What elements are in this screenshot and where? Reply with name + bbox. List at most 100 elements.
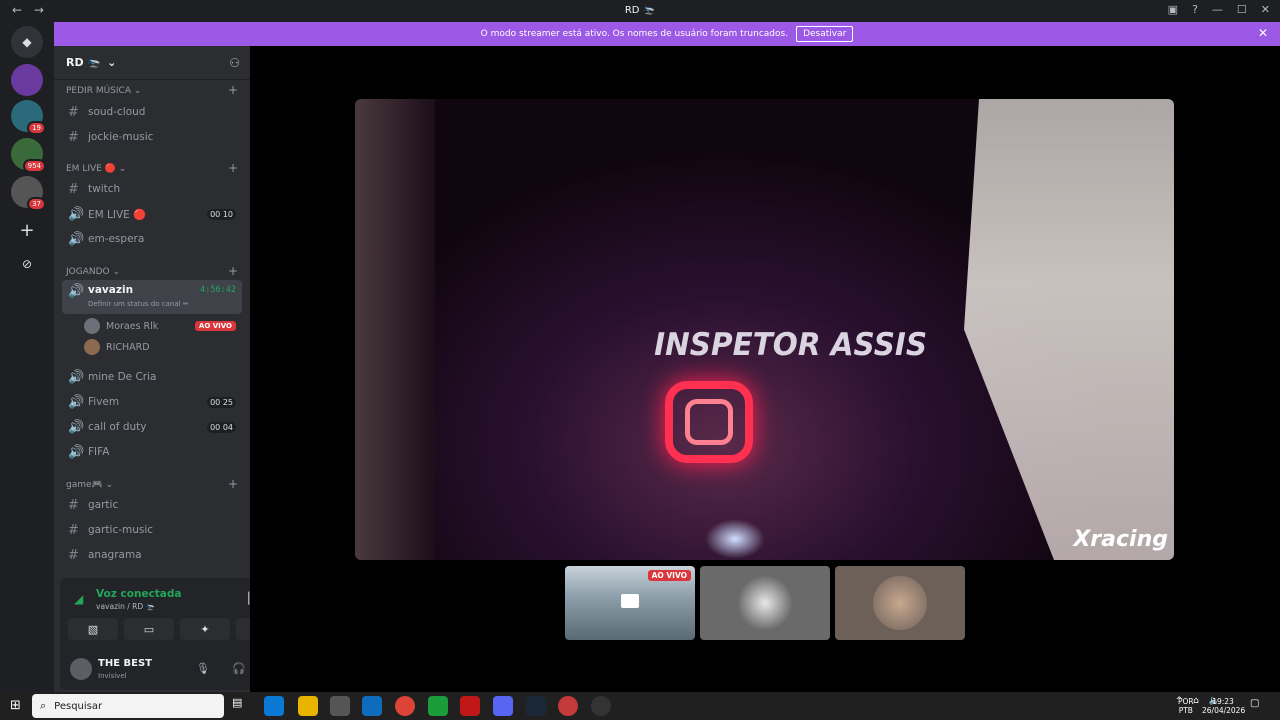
video-shade [355,99,435,560]
signal-icon[interactable]: ◢ [74,592,83,606]
category-em-live[interactable]: EM LIVE 🔴 ⌄ + [66,161,238,175]
channel-label: mine De Cria [88,371,157,383]
channel-twitch[interactable]: # twitch [62,178,242,200]
help-icon[interactable]: ? [1192,3,1198,16]
steam-icon[interactable] [526,696,546,716]
category-pedir-musica[interactable]: PEDIR MÚSICA ⌄ + [66,83,238,97]
user-count: 00 25 [207,396,236,408]
server-folder-icon-1[interactable]: 19 [11,100,46,135]
network-icon[interactable]: ⌂ [1193,696,1199,706]
language-indicator[interactable]: POR PTB [1178,697,1194,715]
server-header[interactable]: RD 🛬 ⌄ ⚇ [54,46,250,80]
camera-button[interactable]: ▧ [68,618,118,640]
channel-call-of-duty[interactable]: 🔊 call of duty 00 04 [62,416,242,438]
avatar [738,576,792,630]
avatar [873,576,927,630]
chrome-icon[interactable] [395,696,415,716]
voice-channel[interactable]: vavazin / RD 🛬 [96,602,155,611]
edge-icon[interactable] [264,696,284,716]
add-server-icon[interactable]: + [11,214,43,246]
avatar [84,318,100,334]
discord-taskbar-icon[interactable] [493,696,513,716]
stage-icon: 🔊 [68,206,85,222]
channel-label: gartic [88,499,119,511]
headlight-inner [685,399,733,445]
chrome-alt-icon[interactable] [558,696,578,716]
channel-anagrama[interactable]: # anagrama [62,544,242,566]
category-jogando[interactable]: JOGANDO ⌄ + [66,264,238,278]
voice-member-moraes[interactable]: Moraes Rlk AO VIVO [84,316,242,336]
channel-em-live[interactable]: 🔊 EM LIVE 🔴 00 10 [62,203,242,225]
main-stream-video[interactable]: INSPETOR ASSIS Xracing [355,99,1174,560]
live-badge: AO VIVO [194,321,236,331]
headlight-glow [705,519,765,559]
app-red-icon[interactable] [460,696,480,716]
close-window-icon[interactable]: ✕ [1261,3,1270,16]
microphone-icon[interactable]: 🎙 [196,662,210,675]
hash-icon: # [68,104,79,120]
avatar[interactable] [70,658,92,680]
inbox-icon[interactable]: ▣ [1168,3,1178,16]
channel-label: EM LIVE 🔴 [88,208,147,221]
screen-share-button[interactable]: ▭ [124,618,174,640]
watermark-logo: Xracing [1073,527,1168,552]
explore-icon[interactable]: ⊘ [11,248,43,280]
unread-badge: 954 [22,159,46,173]
member-name: RICHARD [106,341,150,353]
hash-icon: # [68,181,79,197]
participant-tile-3[interactable] [835,566,965,640]
channel-fifa[interactable]: 🔊 FIFA [62,441,242,463]
store-icon[interactable] [330,696,350,716]
streamer-mode-banner: O modo streamer está ativo. Os nomes de … [54,22,1280,46]
channel-label: jockie-music [88,131,154,143]
speaker-icon: 🔊 [68,444,85,460]
category-game[interactable]: game🎮 ⌄ + [66,477,238,491]
file-explorer-icon[interactable] [298,696,318,716]
mail-icon[interactable] [362,696,382,716]
speaker-icon: 🔊 [68,419,85,435]
channel-status-prompt[interactable]: Definir um status do canal ✏ [88,300,189,308]
voice-status[interactable]: Voz conectada [96,588,182,600]
channel-gartic-music[interactable]: # gartic-music [62,519,242,541]
username[interactable]: THE BEST [98,658,152,669]
minimize-icon[interactable]: — [1212,3,1223,16]
search-icon: ⌕ [40,699,47,712]
title-bar: ← → RD 🛬 ▣ ? — ☐ ✕ [0,0,1280,22]
server-folder-icon-3[interactable]: 37 [11,176,46,211]
channel-fivem[interactable]: 🔊 Fivem 00 25 [62,391,242,413]
channel-mine-de-cria[interactable]: 🔊 mine De Cria [62,366,242,388]
maximize-icon[interactable]: ☐ [1237,3,1247,16]
participant-tile-stream[interactable]: AO VIVO [565,566,695,640]
unread-badge: 19 [27,121,46,135]
headphones-icon[interactable]: 🎧 [232,662,246,675]
windows-start-icon[interactable]: ⊞ [10,698,21,713]
disable-streamer-button[interactable]: Desativar [796,26,854,42]
activities-button[interactable]: ✦ [180,618,230,640]
channel-label: twitch [88,183,121,195]
channel-jockie-music[interactable]: # jockie-music [62,126,242,148]
speaker-icon: 🔊 [68,394,85,410]
add-channel-icon[interactable]: + [228,161,238,175]
channel-vavazin[interactable]: 🔊 vavazin 4:56:42 Definir um status do c… [62,280,242,314]
add-channel-icon[interactable]: + [228,83,238,97]
live-badge: AO VIVO [647,570,691,581]
participant-tile-2[interactable] [700,566,830,640]
add-channel-icon[interactable]: + [228,264,238,278]
app-flag-icon[interactable] [428,696,448,716]
voice-member-richard[interactable]: RICHARD [84,337,242,357]
close-banner-icon[interactable]: ✕ [1258,26,1268,40]
notification-icon[interactable]: ▢ [1250,698,1259,709]
channel-gartic[interactable]: # gartic [62,494,242,516]
hash-icon: # [68,129,79,145]
server-icon-rd[interactable] [11,64,43,96]
task-view-icon[interactable]: ▤ [232,696,252,716]
channel-soud-cloud[interactable]: # soud-cloud [62,101,242,123]
add-channel-icon[interactable]: + [228,477,238,491]
channel-em-espera[interactable]: 🔊 em-espera [62,228,242,250]
add-member-icon[interactable]: ⚇ [229,56,240,70]
server-folder-icon-2[interactable]: 954 [11,138,46,173]
obs-icon[interactable] [591,696,611,716]
taskbar-search[interactable]: ⌕ Pesquisar [32,694,224,718]
discord-home-icon[interactable]: ◆ [11,26,43,58]
clock[interactable]: 19:23 26/04/2026 [1202,697,1245,715]
